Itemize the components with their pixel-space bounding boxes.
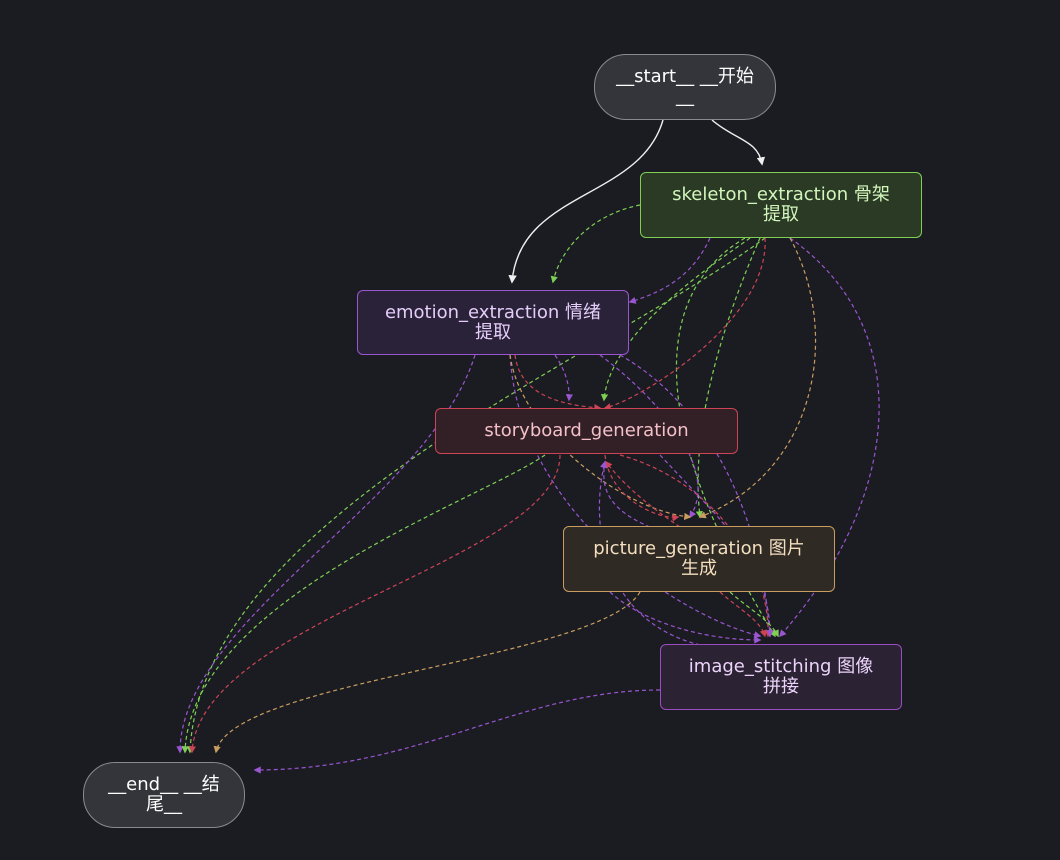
- node-picture-generation-label: picture_generation 图片 生成: [593, 538, 805, 579]
- edge-emotion-to-storyboard-red: [514, 354, 602, 412]
- edge-picture-to-end: [213, 591, 641, 754]
- edge-storyboard-to-end-green: [181, 454, 546, 754]
- node-storyboard-generation[interactable]: storyboard_generation: [435, 408, 738, 454]
- graph-canvas: __start__ __开始 __ skeleton_extraction 骨架…: [0, 0, 1060, 860]
- edge-skeleton-to-picture-orange: [698, 237, 817, 519]
- edge-start-to-skeleton: [711, 119, 766, 166]
- node-emotion-extraction[interactable]: emotion_extraction 情绪 提取: [357, 290, 629, 355]
- edge-storyboard-to-picture: [604, 454, 680, 522]
- node-start[interactable]: __start__ __开始 __: [594, 54, 776, 120]
- edge-picture-to-storyboard: [600, 460, 651, 528]
- edge-emotion-to-storyboard: [554, 354, 573, 402]
- edge-picture-to-storyboard-red: [605, 460, 681, 528]
- node-skeleton-extraction[interactable]: skeleton_extraction 骨架 提取: [640, 172, 922, 238]
- edge-emotion-to-stitching: [619, 354, 774, 638]
- node-storyboard-generation-label: storyboard_generation: [484, 420, 689, 441]
- edge-stitching-to-end: [253, 689, 661, 774]
- node-start-label: __start__ __开始 __: [616, 66, 754, 107]
- node-picture-generation[interactable]: picture_generation 图片 生成: [563, 526, 835, 592]
- node-end-label: __end__ __结 尾__: [108, 774, 220, 815]
- edge-skeleton-to-emotion: [550, 204, 641, 284]
- node-skeleton-extraction-label: skeleton_extraction 骨架 提取: [672, 184, 890, 225]
- node-image-stitching-label: image_stitching 图像 拼接: [688, 656, 874, 697]
- edge-storyboard-to-end: [188, 454, 561, 754]
- node-end[interactable]: __end__ __结 尾__: [83, 762, 245, 828]
- node-emotion-extraction-label: emotion_extraction 情绪 提取: [384, 301, 602, 343]
- edge-skeleton-to-storyboard-red: [603, 237, 766, 411]
- node-image-stitching[interactable]: image_stitching 图像 拼接: [660, 644, 902, 710]
- edge-picture-to-stitching-purple: [609, 591, 762, 644]
